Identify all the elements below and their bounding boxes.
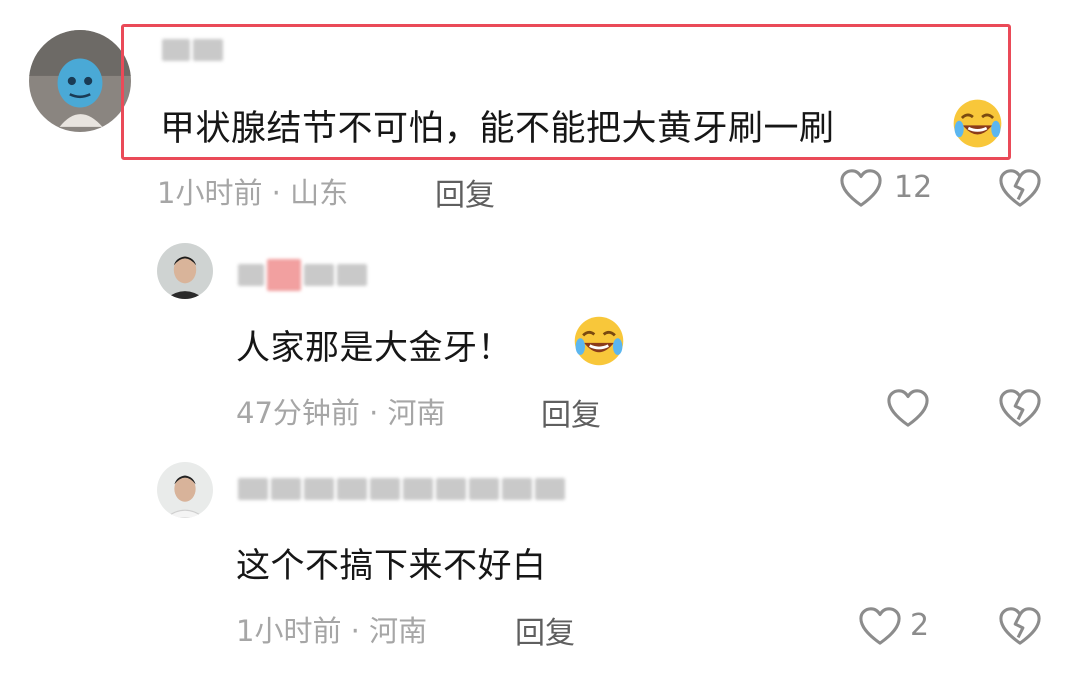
comment-text: 这个不搞下来不好白 [236, 546, 547, 586]
laughing-emoji-icon [571, 313, 627, 373]
dislike-broken-heart-icon[interactable] [997, 605, 1043, 647]
like-heart-icon[interactable] [857, 605, 903, 647]
comment-time-location: 1小时前 · 山东 [157, 176, 349, 210]
dislike-broken-heart-icon[interactable] [997, 167, 1043, 209]
laughing-emoji-icon [950, 96, 1005, 155]
like-count: 2 [910, 608, 930, 643]
avatar[interactable] [157, 243, 213, 299]
username[interactable] [238, 478, 565, 500]
avatar[interactable] [29, 30, 131, 132]
like-count: 12 [894, 170, 933, 205]
dislike-broken-heart-icon[interactable] [997, 387, 1043, 429]
comment-text: 人家那是大金牙！ [236, 328, 512, 368]
like-heart-icon[interactable] [885, 387, 931, 429]
avatar[interactable] [157, 462, 213, 518]
reply-button[interactable]: 回复 [435, 170, 495, 214]
comment-time-location: 47分钟前 · 河南 [236, 396, 446, 430]
reply-button[interactable]: 回复 [515, 608, 575, 652]
comment-time-location: 1小时前 · 河南 [236, 614, 428, 648]
like-heart-icon[interactable] [838, 167, 884, 209]
comment-text: 甲状腺结节不可怕，能不能把大黄牙刷一刷 [160, 109, 835, 149]
username[interactable] [238, 259, 367, 291]
reply-button[interactable]: 回复 [541, 390, 601, 434]
